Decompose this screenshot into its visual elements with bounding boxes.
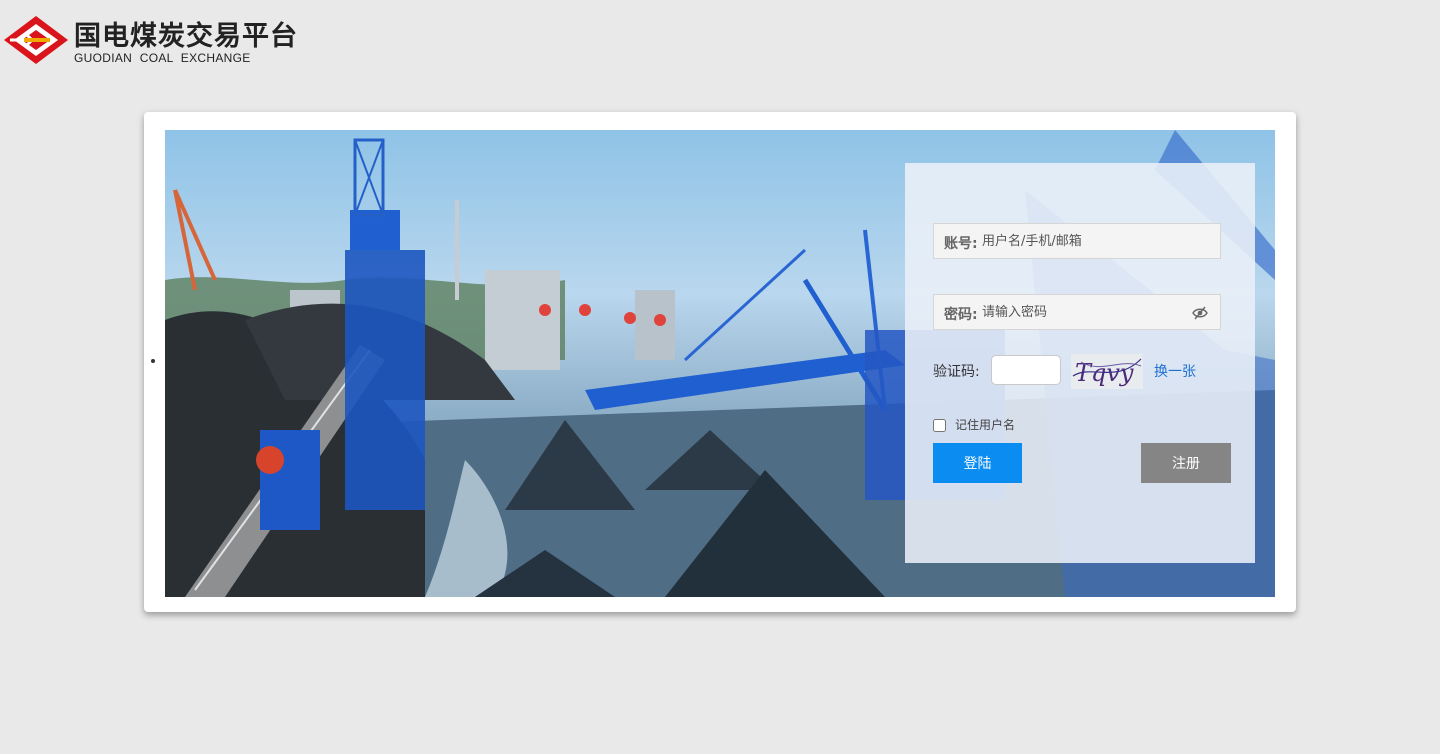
captcha-input[interactable] [991,355,1061,385]
brand-name-en: GUODIAN COAL EXCHANGE [74,51,251,65]
remember-username-checkbox[interactable] [933,419,946,432]
login-button[interactable]: 登陆 [933,443,1022,483]
eye-slash-icon[interactable] [1192,306,1208,320]
header: 国电煤炭交易平台 GUODIAN COAL EXCHANGE [0,0,1440,80]
account-field[interactable]: 账号: [933,223,1221,259]
password-input[interactable] [982,297,1182,327]
password-field[interactable]: 密码: [933,294,1221,330]
remember-username-label: 记住用户名 [955,418,1016,432]
login-card: 账号: 密码: 验证码: Tqvy 换一张 记住用户名 登陆 注册 [144,112,1296,612]
account-label: 账号: [944,236,978,252]
captcha-label: 验证码: [933,364,980,380]
login-panel: 账号: 密码: 验证码: Tqvy 换一张 记住用户名 登陆 注册 [905,163,1255,563]
guodian-logo-icon [4,16,68,64]
brand-name-cn: 国电煤炭交易平台 [74,21,298,52]
account-input[interactable] [982,226,1182,256]
bullet-dot [151,359,155,363]
password-label: 密码: [944,307,978,323]
refresh-captcha-link[interactable]: 换一张 [1154,361,1196,381]
captcha-image[interactable]: Tqvy [1071,354,1143,389]
register-button[interactable]: 注册 [1141,443,1231,483]
